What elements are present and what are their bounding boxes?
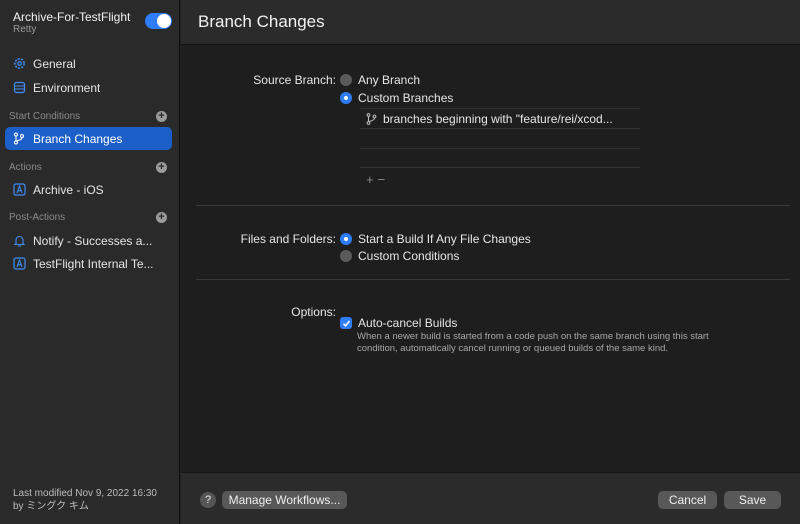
- sidebar-item-label: Archive - iOS: [33, 182, 104, 197]
- branch-rule-row[interactable]: branches beginning with "feature/rei/xco…: [360, 108, 640, 128]
- list-edit-controls: +−: [366, 172, 389, 187]
- divider: [196, 279, 790, 280]
- xcode-app-icon: [12, 257, 26, 271]
- radio-custom-branches[interactable]: Custom Branches: [340, 91, 453, 105]
- sidebar: Archive-For-TestFlight Retty General Env…: [0, 0, 180, 524]
- sidebar-item-general[interactable]: General: [5, 52, 172, 75]
- remove-branch-rule-button[interactable]: −: [378, 172, 390, 187]
- start-conditions-header: Start Conditions: [9, 111, 81, 122]
- save-button[interactable]: Save: [724, 491, 781, 509]
- workflow-enabled-toggle[interactable]: [145, 13, 172, 29]
- page-title: Branch Changes: [198, 12, 325, 31]
- sidebar-item-label: Branch Changes: [33, 131, 123, 146]
- gear-icon: [12, 57, 26, 71]
- main-panel: Branch Changes Source Branch: Any Branch…: [181, 0, 800, 524]
- post-actions-header: Post-Actions: [9, 212, 66, 223]
- add-action-button[interactable]: +: [156, 162, 167, 173]
- cancel-button[interactable]: Cancel: [658, 491, 717, 509]
- sidebar-item-label: TestFlight Internal Te...: [33, 256, 154, 271]
- radio-indicator: [340, 233, 352, 245]
- radio-indicator: [340, 92, 352, 104]
- last-modified: Last modified Nov 9, 2022 16:30 by ミングク …: [13, 487, 157, 513]
- radio-label: Start a Build If Any File Changes: [358, 232, 531, 246]
- radio-any-branch[interactable]: Any Branch: [340, 73, 420, 87]
- radio-any-file-changes[interactable]: Start a Build If Any File Changes: [340, 232, 531, 246]
- sidebar-item-notify[interactable]: Notify - Successes a...: [5, 229, 172, 252]
- radio-indicator: [340, 250, 352, 262]
- checkbox-label: Auto-cancel Builds: [358, 316, 458, 330]
- sidebar-item-archive-ios[interactable]: Archive - iOS: [5, 178, 172, 201]
- radio-custom-conditions[interactable]: Custom Conditions: [340, 249, 459, 263]
- branch-rules-list: branches beginning with "feature/rei/xco…: [360, 108, 640, 176]
- branch-icon: [12, 132, 26, 146]
- options-label: Options:: [291, 305, 336, 319]
- radio-label: Custom Branches: [358, 91, 454, 105]
- manage-workflows-button[interactable]: Manage Workflows...: [222, 491, 347, 509]
- header: Branch Changes: [181, 0, 800, 45]
- auto-cancel-checkbox[interactable]: Auto-cancel Builds: [340, 316, 457, 330]
- files-and-folders-label: Files and Folders:: [240, 232, 336, 246]
- auto-cancel-description: When a newer build is started from a cod…: [357, 331, 709, 354]
- divider: [196, 205, 790, 206]
- radio-label: Custom Conditions: [358, 249, 460, 263]
- radio-label: Any Branch: [358, 73, 421, 87]
- last-modified-author: by ミングク キム: [13, 501, 89, 512]
- sidebar-item-label: Environment: [33, 80, 101, 95]
- xcode-app-icon: [12, 183, 26, 197]
- sidebar-item-testflight[interactable]: TestFlight Internal Te...: [5, 252, 172, 275]
- workflow-subtitle: Retty: [13, 24, 37, 35]
- server-icon: [12, 81, 26, 95]
- source-branch-label: Source Branch:: [253, 73, 336, 87]
- branch-rule-empty-row: [360, 148, 640, 168]
- add-post-action-button[interactable]: +: [156, 212, 167, 223]
- help-button[interactable]: ?: [200, 492, 216, 508]
- last-modified-date: Last modified Nov 9, 2022 16:30: [13, 488, 157, 499]
- workflow-title: Archive-For-TestFlight: [13, 10, 131, 24]
- footer: ? Manage Workflows... Cancel Save: [181, 472, 800, 524]
- add-start-condition-button[interactable]: +: [156, 111, 167, 122]
- branch-rule-text: branches beginning with "feature/rei/xco…: [383, 111, 613, 126]
- checkmark-icon: [340, 317, 352, 329]
- actions-header: Actions: [9, 162, 42, 173]
- add-branch-rule-button[interactable]: +: [366, 172, 378, 187]
- sidebar-item-environment[interactable]: Environment: [5, 76, 172, 99]
- sidebar-item-branch-changes[interactable]: Branch Changes: [5, 127, 172, 150]
- radio-indicator: [340, 74, 352, 86]
- branch-rule-empty-row: [360, 128, 640, 148]
- toggle-knob: [157, 14, 171, 28]
- branch-icon: [366, 112, 378, 125]
- sidebar-item-label: General: [33, 56, 76, 71]
- bell-icon: [12, 234, 26, 248]
- sidebar-item-label: Notify - Successes a...: [33, 233, 153, 248]
